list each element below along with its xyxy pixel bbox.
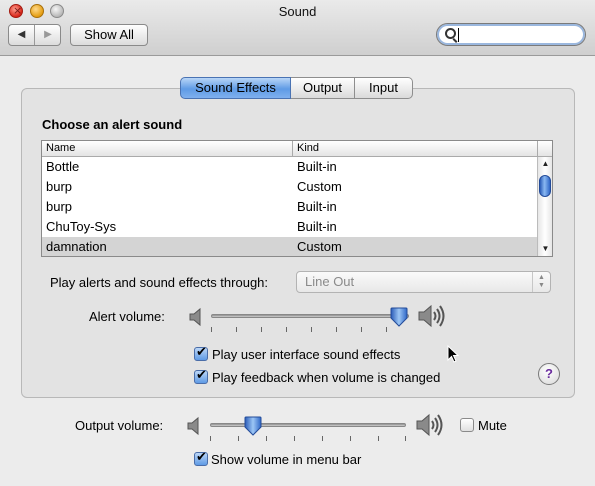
checkmark-icon: ✔: [196, 450, 207, 465]
alert-sound-heading: Choose an alert sound: [42, 117, 183, 132]
scroll-thumb[interactable]: [539, 175, 551, 197]
column-header-kind[interactable]: Kind: [297, 142, 319, 154]
text-caret: [458, 28, 459, 42]
table-row[interactable]: burp Built-in: [42, 197, 537, 217]
output-device-popup[interactable]: Line Out ▲ ▼: [296, 271, 551, 293]
checkmark-icon: ✔: [196, 345, 207, 360]
table-row[interactable]: burp Custom: [42, 177, 537, 197]
back-arrow-icon: ◀: [17, 29, 26, 40]
alert-volume-label: Alert volume:: [89, 309, 165, 324]
speaker-high-icon: [416, 413, 443, 437]
output-volume-knob[interactable]: [244, 416, 262, 436]
mute-checkbox[interactable]: [460, 418, 474, 432]
volume-feedback-checkbox[interactable]: ✔: [194, 368, 208, 384]
window-title: Sound: [278, 4, 317, 19]
speaker-low-icon: [189, 307, 201, 327]
tab-input[interactable]: Input: [355, 77, 413, 99]
speaker-low-icon: [187, 416, 199, 436]
forward-button[interactable]: ▶: [35, 25, 61, 45]
alert-volume-ticks: [211, 327, 409, 333]
row-name: Bottle: [46, 159, 80, 174]
tab-bar: Sound Effects Output Input: [180, 77, 413, 99]
mouse-pointer-icon: [447, 345, 459, 363]
table-header: Name Kind: [42, 141, 552, 157]
row-kind: Custom: [297, 239, 342, 254]
search-field[interactable]: [436, 23, 586, 46]
alert-volume-knob[interactable]: [390, 307, 408, 327]
table-scrollbar[interactable]: ▲ ▼: [537, 157, 552, 256]
column-divider: [292, 141, 293, 157]
title-bar: × Sound ◀ ▶ Show All: [0, 0, 595, 56]
ui-sound-effects-checkbox[interactable]: ✔: [194, 345, 208, 361]
show-volume-menu-bar-label[interactable]: Show volume in menu bar: [211, 452, 361, 467]
help-button[interactable]: ?: [538, 363, 560, 385]
row-kind: Custom: [297, 179, 342, 194]
back-button[interactable]: ◀: [9, 25, 35, 45]
scroll-down-arrow-icon[interactable]: ▼: [538, 242, 552, 256]
play-through-label: Play alerts and sound effects through:: [50, 275, 269, 290]
speaker-high-icon: [418, 304, 445, 328]
row-kind: Built-in: [297, 219, 337, 234]
row-kind: Built-in: [297, 199, 337, 214]
row-name: burp: [46, 199, 73, 214]
tab-sound-effects[interactable]: Sound Effects: [180, 77, 291, 99]
output-volume-ticks: [210, 436, 406, 442]
row-name: burp: [46, 179, 73, 194]
table-row[interactable]: ChuToy-Sys Built-in: [42, 217, 537, 237]
output-volume-label: Output volume:: [75, 418, 164, 433]
mute-label[interactable]: Mute: [478, 418, 507, 433]
ui-sound-effects-label[interactable]: Play user interface sound effects: [212, 347, 400, 362]
show-all-button[interactable]: Show All: [70, 24, 148, 46]
forward-arrow-icon: ▶: [44, 29, 52, 40]
table-row[interactable]: Bottle Built-in: [42, 157, 537, 177]
volume-feedback-label[interactable]: Play feedback when volume is changed: [212, 370, 440, 385]
alert-sound-table: Name Kind Bottle Built-in burp Custom bu…: [41, 140, 553, 257]
column-divider: [537, 141, 538, 157]
checkmark-icon: ✔: [196, 368, 207, 383]
popup-arrows-icon: ▲ ▼: [532, 272, 550, 292]
row-name: ChuToy-Sys: [46, 219, 117, 234]
row-kind: Built-in: [297, 159, 337, 174]
scroll-up-arrow-icon[interactable]: ▲: [538, 157, 552, 171]
tab-output[interactable]: Output: [291, 77, 355, 99]
alert-volume-track[interactable]: [211, 314, 409, 318]
column-header-name[interactable]: Name: [46, 142, 75, 154]
help-icon: ?: [545, 366, 553, 381]
row-name: damnation: [46, 239, 107, 254]
output-volume-track[interactable]: [210, 423, 406, 427]
output-device-value: Line Out: [305, 274, 355, 289]
table-row-selected[interactable]: damnation Custom: [42, 237, 537, 256]
show-volume-menu-bar-checkbox[interactable]: ✔: [194, 450, 208, 466]
search-icon: [445, 28, 456, 39]
back-forward-buttons: ◀ ▶: [8, 24, 61, 46]
